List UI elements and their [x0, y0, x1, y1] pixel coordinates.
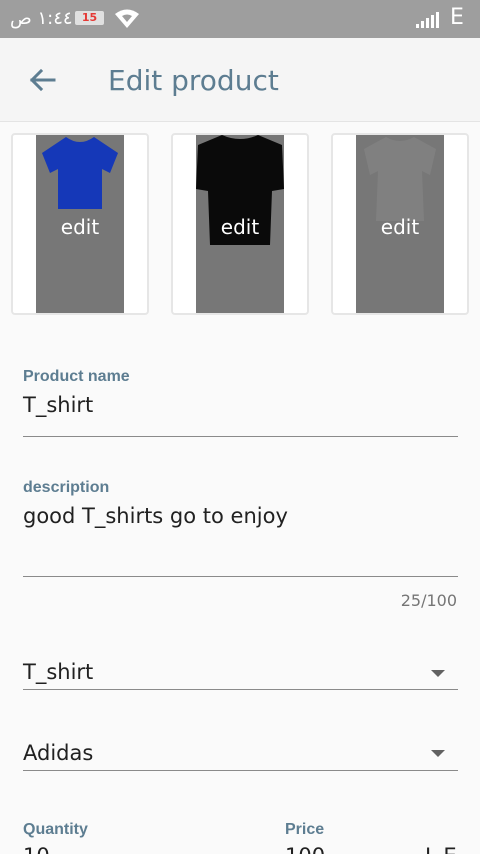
edit-image-label[interactable]: edit [173, 215, 307, 239]
page-title: Edit product [108, 64, 279, 97]
product-image-card-3[interactable]: edit [331, 133, 469, 315]
app-bar: Edit product [0, 38, 480, 122]
description-label: description [23, 479, 110, 496]
category-underline [23, 689, 458, 690]
product-name-input[interactable]: T_shirt [23, 393, 93, 417]
product-name-label: Product name [23, 368, 130, 385]
arrow-back-icon[interactable] [26, 64, 58, 96]
chevron-down-icon[interactable] [431, 750, 445, 757]
brand-underline [23, 770, 458, 771]
product-image-card-1[interactable]: edit [11, 133, 149, 315]
edit-image-label[interactable]: edit [333, 215, 467, 239]
battery-icon: 15 [75, 11, 104, 25]
chevron-down-icon[interactable] [431, 670, 445, 677]
quantity-input[interactable]: 10 [23, 844, 50, 854]
description-underline [23, 576, 458, 577]
price-currency: L.E [425, 844, 457, 854]
status-time: ١:٤٤ ص [10, 8, 73, 29]
network-type: E [450, 5, 464, 30]
status-bar: ١:٤٤ ص 15 E [0, 0, 480, 38]
quantity-label: Quantity [23, 821, 88, 838]
description-counter: 25/100 [400, 591, 457, 610]
product-image-card-2[interactable]: edit [171, 133, 309, 315]
description-input[interactable]: good T_shirts go to enjoy [23, 504, 288, 528]
brand-dropdown[interactable]: Adidas [23, 741, 93, 765]
price-input[interactable]: 100 [285, 844, 325, 854]
product-name-underline [23, 436, 458, 437]
wifi-icon [115, 9, 139, 28]
price-label: Price [285, 821, 325, 838]
signal-icon [416, 12, 439, 28]
edit-image-label[interactable]: edit [13, 215, 147, 239]
category-dropdown[interactable]: T_shirt [23, 660, 93, 684]
